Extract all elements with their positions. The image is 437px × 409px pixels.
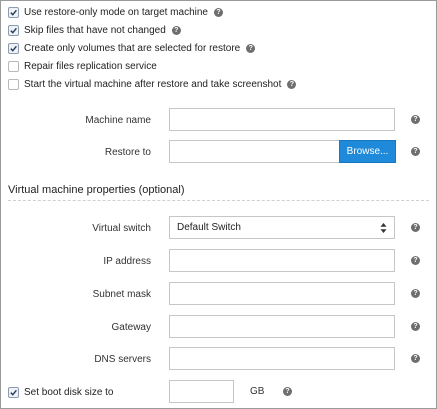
vm-properties-title: Virtual machine properties (optional) <box>8 184 185 196</box>
boot-disk-unit: GB <box>250 386 265 397</box>
help-icon[interactable]: ? <box>411 115 420 124</box>
boot-disk-size-input[interactable] <box>169 380 234 403</box>
gateway-label: Gateway <box>111 322 151 333</box>
help-icon[interactable]: ? <box>171 25 181 35</box>
ip-address-label: IP address <box>103 256 151 267</box>
option-label: Repair files replication service <box>24 60 157 72</box>
machine-name-input[interactable] <box>169 108 395 131</box>
section-divider <box>8 200 429 201</box>
help-icon[interactable]: ? <box>411 256 420 265</box>
checkbox-skip-unchanged[interactable] <box>8 24 19 36</box>
option-boot-disk-size[interactable]: Set boot disk size to <box>8 385 114 399</box>
option-start-vm-screenshot[interactable]: Start the virtual machine after restore … <box>8 77 297 91</box>
option-label: Create only volumes that are selected fo… <box>24 42 241 54</box>
check-icon <box>10 27 17 34</box>
virtual-switch-select[interactable]: Default Switch <box>169 216 395 239</box>
check-icon <box>10 389 17 396</box>
checkbox-start-vm-screenshot[interactable] <box>8 78 19 90</box>
dns-servers-label: DNS servers <box>94 354 151 365</box>
help-icon[interactable]: ? <box>283 387 292 396</box>
check-icon <box>10 45 17 52</box>
checkbox-create-selected-volumes[interactable] <box>8 42 19 54</box>
option-label: Use restore-only mode on target machine <box>24 6 208 18</box>
restore-to-label: Restore to <box>104 147 151 158</box>
help-icon[interactable]: ? <box>411 147 420 156</box>
restore-options-panel: Use restore-only mode on target machine … <box>0 0 437 409</box>
subnet-mask-input[interactable] <box>169 282 395 305</box>
help-icon[interactable]: ? <box>246 43 256 53</box>
restore-to-input[interactable] <box>169 140 339 163</box>
option-create-selected-volumes[interactable]: Create only volumes that are selected fo… <box>8 41 256 55</box>
browse-button[interactable]: Browse... <box>339 140 396 163</box>
select-arrows-icon <box>380 223 387 233</box>
option-skip-unchanged[interactable]: Skip files that have not changed ? <box>8 23 181 37</box>
virtual-switch-label: Virtual switch <box>92 223 151 234</box>
subnet-mask-label: Subnet mask <box>92 289 151 300</box>
option-repair-replication[interactable]: Repair files replication service <box>8 59 157 73</box>
help-icon[interactable]: ? <box>287 79 297 89</box>
help-icon[interactable]: ? <box>411 223 420 232</box>
machine-name-label: Machine name <box>85 115 151 126</box>
help-icon[interactable]: ? <box>411 354 420 363</box>
dns-servers-input[interactable] <box>169 347 395 370</box>
checkbox-restore-only-mode[interactable] <box>8 6 19 18</box>
help-icon[interactable]: ? <box>411 322 420 331</box>
check-icon <box>10 9 17 16</box>
help-icon[interactable]: ? <box>411 289 420 298</box>
checkbox-repair-replication[interactable] <box>8 60 19 72</box>
option-restore-only-mode[interactable]: Use restore-only mode on target machine … <box>8 5 223 19</box>
ip-address-input[interactable] <box>169 249 395 272</box>
checkbox-boot-disk-size[interactable] <box>8 386 19 398</box>
option-label: Skip files that have not changed <box>24 24 166 36</box>
virtual-switch-value: Default Switch <box>177 222 241 233</box>
option-label: Start the virtual machine after restore … <box>24 78 282 90</box>
boot-disk-label: Set boot disk size to <box>24 386 114 398</box>
gateway-input[interactable] <box>169 315 395 338</box>
help-icon[interactable]: ? <box>213 7 223 17</box>
